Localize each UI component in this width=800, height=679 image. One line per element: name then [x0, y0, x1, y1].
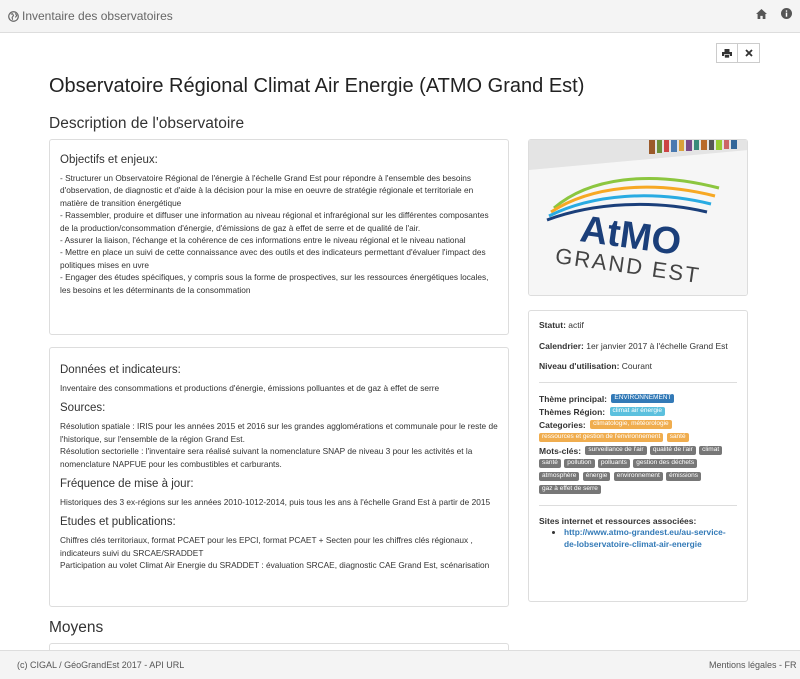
objectifs-text: - Structurer un Observatoire Régional de… — [60, 173, 489, 295]
frequence-text: Historiques des 3 ex-régions sur les ann… — [60, 497, 491, 508]
donnees-heading: Données et indicateurs: — [60, 364, 181, 376]
keyword-badge[interactable]: pollution — [564, 459, 595, 468]
info-icon[interactable] — [781, 8, 792, 19]
category-badge[interactable]: climatologie, météorologie — [590, 420, 672, 429]
keyword-badge[interactable]: environnement — [613, 472, 663, 481]
tags-block: Thème principal: ENVIRONNEMENT Thèmes Ré… — [539, 393, 737, 497]
section-heading-moyens: Moyens — [49, 619, 104, 636]
info-sidebar: Statut: actif Calendrier: 1er janvier 20… — [528, 310, 748, 602]
calendrier-row: Calendrier: 1er janvier 2017 à l'échelle… — [539, 341, 737, 353]
keyword-badge[interactable]: émissions — [666, 472, 702, 481]
moyens-panel — [49, 643, 509, 650]
keyword-badge[interactable]: surveillance de l'air — [585, 446, 647, 455]
toolbar — [716, 43, 760, 63]
close-button[interactable] — [738, 43, 760, 63]
keyword-badge[interactable]: polluants — [597, 459, 630, 468]
objectifs-heading: Objectifs et enjeux: — [60, 154, 158, 166]
statut-label: Statut: — [539, 320, 566, 330]
main-content: Observatoire Régional Climat Air Energie… — [0, 33, 800, 650]
list-item: http://www.atmo-grandest.eu/au-service-d… — [564, 527, 737, 550]
niveau-label: Niveau d'utilisation: — [539, 361, 620, 371]
footer-legal-link[interactable]: Mentions légales - FR — [709, 660, 797, 670]
mots-cles-label: Mots-clés: — [539, 445, 582, 456]
donnees-text: Inventaire des consommations et producti… — [60, 383, 440, 393]
mots-cles-row: Mots-clés: surveillance de l'air qualité… — [539, 445, 737, 497]
calendrier-value: 1er janvier 2017 à l'échelle Grand Est — [586, 340, 728, 351]
print-icon — [722, 48, 732, 58]
statut-row: Statut: actif — [539, 320, 737, 332]
observatoire-logo-image: AtMO GRAND EST — [528, 139, 748, 296]
divider — [539, 504, 737, 506]
themes-region-label: Thèmes Région: — [539, 406, 606, 417]
home-icon[interactable] — [756, 8, 767, 19]
theme-principal-row: Thème principal: ENVIRONNEMENT — [539, 393, 737, 406]
categories-label: Categories: — [539, 419, 586, 430]
sources-text: Résolution spatiale : IRIS pour les anné… — [60, 421, 498, 469]
themes-region-badge[interactable]: climat air énergie — [609, 407, 665, 416]
footer: (c) CIGAL / GéoGrandEst 2017 - API URL M… — [0, 650, 800, 679]
themes-region-row: Thèmes Région: climat air énergie — [539, 406, 737, 419]
atmo-logo: AtMO GRAND EST — [529, 140, 747, 295]
close-icon — [744, 49, 753, 57]
keyword-badge[interactable]: climat — [699, 446, 723, 455]
sites-list: http://www.atmo-grandest.eu/au-service-d… — [564, 527, 737, 550]
print-button[interactable] — [716, 43, 738, 63]
keyword-badge[interactable]: santé — [539, 459, 561, 468]
keyword-badge[interactable]: gestion des déchets — [633, 459, 698, 468]
keyword-badge[interactable]: atmosphère — [539, 472, 580, 481]
top-navbar: Inventaire des observatoires — [0, 0, 800, 33]
calendrier-label: Calendrier: — [539, 340, 584, 351]
keyword-badge[interactable]: énergie — [582, 472, 611, 481]
categories-row: Categories: climatologie, météorologie r… — [539, 419, 737, 445]
app-title: Inventaire des observatoires — [22, 9, 173, 23]
etudes-text: Chiffres clés territoriaux, format PCAET… — [60, 535, 490, 571]
globe-icon — [8, 10, 19, 22]
statut-value: actif — [568, 320, 584, 330]
footer-credits[interactable]: (c) CIGAL / GéoGrandEst 2017 - API URL — [17, 660, 184, 670]
category-badge[interactable]: ressources et gestion de l'environnement — [539, 433, 664, 442]
sites-label: Sites internet et ressources associées: — [539, 515, 697, 526]
category-badge[interactable]: santé — [666, 433, 689, 442]
keyword-badge[interactable]: qualité de l'air — [649, 446, 696, 455]
site-link[interactable]: http://www.atmo-grandest.eu/au-service-d… — [564, 527, 726, 549]
page-title: Observatoire Régional Climat Air Energie… — [49, 75, 585, 97]
frequence-heading: Fréquence de mise à jour: — [60, 478, 194, 491]
objectifs-panel: Objectifs et enjeux: - Structurer un Obs… — [49, 139, 509, 335]
niveau-value: Courant — [621, 361, 653, 371]
etudes-heading: Etudes et publications: — [60, 516, 176, 529]
donnees-panel: Données et indicateurs: Inventaire des c… — [49, 347, 509, 607]
keyword-badge[interactable]: gaz à effet de serre — [539, 485, 601, 494]
niveau-row: Niveau d'utilisation: Courant — [539, 361, 737, 373]
theme-principal-label: Thème principal: — [539, 393, 608, 404]
sources-heading: Sources: — [60, 402, 106, 415]
divider — [539, 381, 737, 383]
section-heading-description: Description de l'observatoire — [49, 115, 245, 132]
theme-principal-badge[interactable]: ENVIRONNEMENT — [611, 394, 675, 403]
brand[interactable]: Inventaire des observatoires — [8, 9, 173, 23]
sites-block: Sites internet et ressources associées: … — [539, 516, 737, 551]
